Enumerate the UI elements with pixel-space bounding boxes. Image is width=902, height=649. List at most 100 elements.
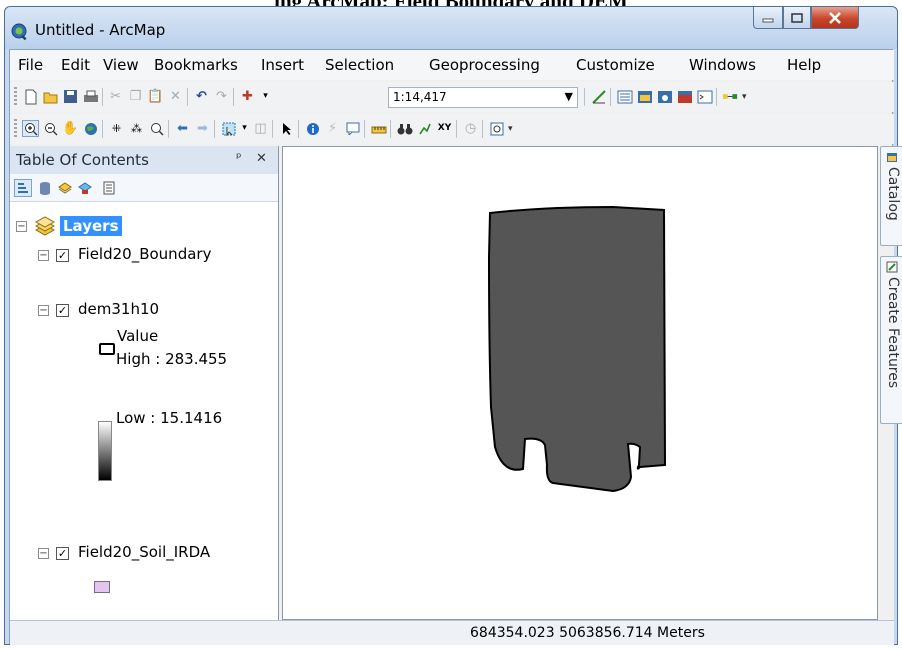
map-scale-combobox[interactable]: 1:14,417 ▼ <box>388 87 578 108</box>
boundary-polygon-symbol[interactable] <box>99 343 115 355</box>
collapse-layers-expander[interactable]: − <box>16 221 27 232</box>
undo-icon[interactable]: ↶ <box>193 88 210 105</box>
delete-icon[interactable]: ✕ <box>167 88 184 105</box>
fixed-zoom-out-icon[interactable]: ⁂ <box>128 120 145 137</box>
select-elements-arrow-icon[interactable] <box>278 120 295 137</box>
arcmap-app-icon <box>11 23 27 41</box>
list-by-drawing-order-icon[interactable] <box>14 179 32 197</box>
go-forward-arrow-icon[interactable]: ➡ <box>194 120 211 137</box>
layer-name-dem31h10[interactable]: dem31h10 <box>78 300 159 318</box>
collapse-layer-expander[interactable]: − <box>38 548 49 559</box>
catalog-window-icon[interactable] <box>636 88 653 105</box>
new-document-icon[interactable] <box>22 88 39 105</box>
list-by-visibility-icon[interactable] <box>56 179 74 197</box>
find-route-icon[interactable] <box>416 120 433 137</box>
menu-edit[interactable]: Edit <box>61 56 90 74</box>
close-window-button[interactable] <box>811 7 859 29</box>
measure-ruler-icon[interactable] <box>370 120 387 137</box>
save-icon[interactable] <box>62 88 79 105</box>
chevron-down-icon[interactable]: ▼ <box>565 90 573 103</box>
python-window-icon[interactable] <box>696 88 713 105</box>
close-icon <box>829 11 841 24</box>
add-data-icon[interactable]: ✚ <box>239 88 256 105</box>
toolbar-overflow-chevron-icon[interactable]: ▾ <box>742 92 747 102</box>
go-back-arrow-icon[interactable]: ⬅ <box>174 120 191 137</box>
fixed-zoom-in-icon[interactable]: ⁜ <box>108 120 125 137</box>
copy-icon[interactable]: ❐ <box>127 88 144 105</box>
select-features-icon[interactable] <box>220 120 237 137</box>
find-binoculars-icon[interactable] <box>396 120 413 137</box>
minimize-button[interactable] <box>753 7 783 29</box>
tools-toolbar: ✋ ⁜ ⁂ ⬅ ➡ ▾ ◫ ⚡ XY ◷ ▾ <box>10 114 894 144</box>
map-scale-value: 1:14,417 <box>393 90 447 104</box>
menu-bar: File Edit View Bookmarks Insert Selectio… <box>10 50 894 80</box>
toolbar-grip[interactable] <box>14 87 17 107</box>
layers-root-label[interactable]: Layers <box>60 216 122 236</box>
maximize-button[interactable] <box>783 7 811 29</box>
menu-view[interactable]: View <box>103 56 139 74</box>
full-extent-globe-icon[interactable] <box>82 120 99 137</box>
hyperlink-icon[interactable]: ⚡ <box>324 120 341 137</box>
open-folder-icon[interactable] <box>42 88 59 105</box>
toc-header: Table Of Contents ᵖ ✕ <box>10 146 278 174</box>
legend-low-value: Low : 15.1416 <box>116 409 223 427</box>
toolbar-overflow-chevron-icon[interactable]: ▾ <box>508 124 513 134</box>
list-by-source-icon[interactable] <box>36 179 54 197</box>
table-of-contents-icon[interactable] <box>616 88 633 105</box>
toolbar-grip[interactable] <box>14 119 17 139</box>
time-slider-icon[interactable]: ◷ <box>462 120 479 137</box>
collapse-layer-expander[interactable]: − <box>38 305 49 316</box>
title-bar[interactable]: Untitled - ArcMap <box>5 7 897 49</box>
clear-selection-icon[interactable]: ◫ <box>252 120 269 137</box>
arctoolbox-icon[interactable] <box>676 88 693 105</box>
paste-icon[interactable]: 📋 <box>147 88 164 105</box>
print-icon[interactable] <box>82 88 99 105</box>
elevation-color-ramp[interactable] <box>98 421 112 481</box>
layer-visibility-checkbox[interactable]: ✓ <box>56 304 69 317</box>
catalog-dock-tab[interactable]: Catalog <box>880 146 902 246</box>
cut-icon[interactable]: ✂ <box>107 88 124 105</box>
search-window-icon[interactable] <box>656 88 673 105</box>
menu-customize[interactable]: Customize <box>576 56 655 74</box>
arcmap-window: Untitled - ArcMap File Edit View Bookmar… <box>4 6 902 645</box>
field-map-canvas[interactable] <box>283 147 877 619</box>
add-data-dropdown-icon[interactable]: ▾ <box>257 88 274 105</box>
create-features-dock-tab[interactable]: Create Features <box>880 256 902 424</box>
go-to-xy-icon[interactable]: XY <box>436 120 453 137</box>
menu-file[interactable]: File <box>18 56 43 74</box>
menu-bookmarks[interactable]: Bookmarks <box>154 56 238 74</box>
zoom-in-icon[interactable] <box>22 120 39 137</box>
map-display[interactable] <box>282 146 878 620</box>
menu-selection[interactable]: Selection <box>325 56 394 74</box>
menu-help[interactable]: Help <box>787 56 821 74</box>
list-by-selection-icon[interactable] <box>76 179 94 197</box>
identify-info-icon[interactable] <box>304 120 321 137</box>
options-icon[interactable] <box>100 179 118 197</box>
close-icon[interactable]: ✕ <box>256 151 267 166</box>
layer-visibility-checkbox[interactable]: ✓ <box>56 249 69 262</box>
toc-title: Table Of Contents <box>16 151 149 169</box>
create-viewer-window-icon[interactable] <box>488 120 505 137</box>
zoom-to-selected-icon[interactable] <box>148 120 165 137</box>
field-boundary-polygon[interactable] <box>487 205 667 493</box>
maximize-icon <box>791 12 803 23</box>
zoom-out-icon[interactable] <box>42 120 59 137</box>
layer-visibility-checkbox[interactable]: ✓ <box>56 547 69 560</box>
pan-hand-icon[interactable]: ✋ <box>62 120 79 137</box>
editor-toolbar-icon[interactable] <box>590 88 607 105</box>
modelbuilder-icon[interactable] <box>722 88 739 105</box>
menu-windows[interactable]: Windows <box>689 56 756 74</box>
layer-name-field20-boundary[interactable]: Field20_Boundary <box>78 245 211 263</box>
html-popup-icon[interactable] <box>344 120 361 137</box>
right-dock: Catalog Create Features <box>880 146 902 620</box>
layer-name-field20-soil-irda[interactable]: Field20_Soil_IRDA <box>78 543 210 561</box>
menu-geoprocessing[interactable]: Geoprocessing <box>429 56 540 74</box>
soil-polygon-symbol[interactable] <box>94 581 110 593</box>
redo-icon[interactable]: ↷ <box>213 88 230 105</box>
pin-icon[interactable]: ᵖ <box>236 151 242 166</box>
collapse-layer-expander[interactable]: − <box>38 250 49 261</box>
menu-insert[interactable]: Insert <box>261 56 304 74</box>
catalog-tab-label: Catalog <box>885 167 901 221</box>
toc-view-tabs <box>10 174 278 202</box>
select-dropdown-icon[interactable]: ▾ <box>236 120 253 137</box>
